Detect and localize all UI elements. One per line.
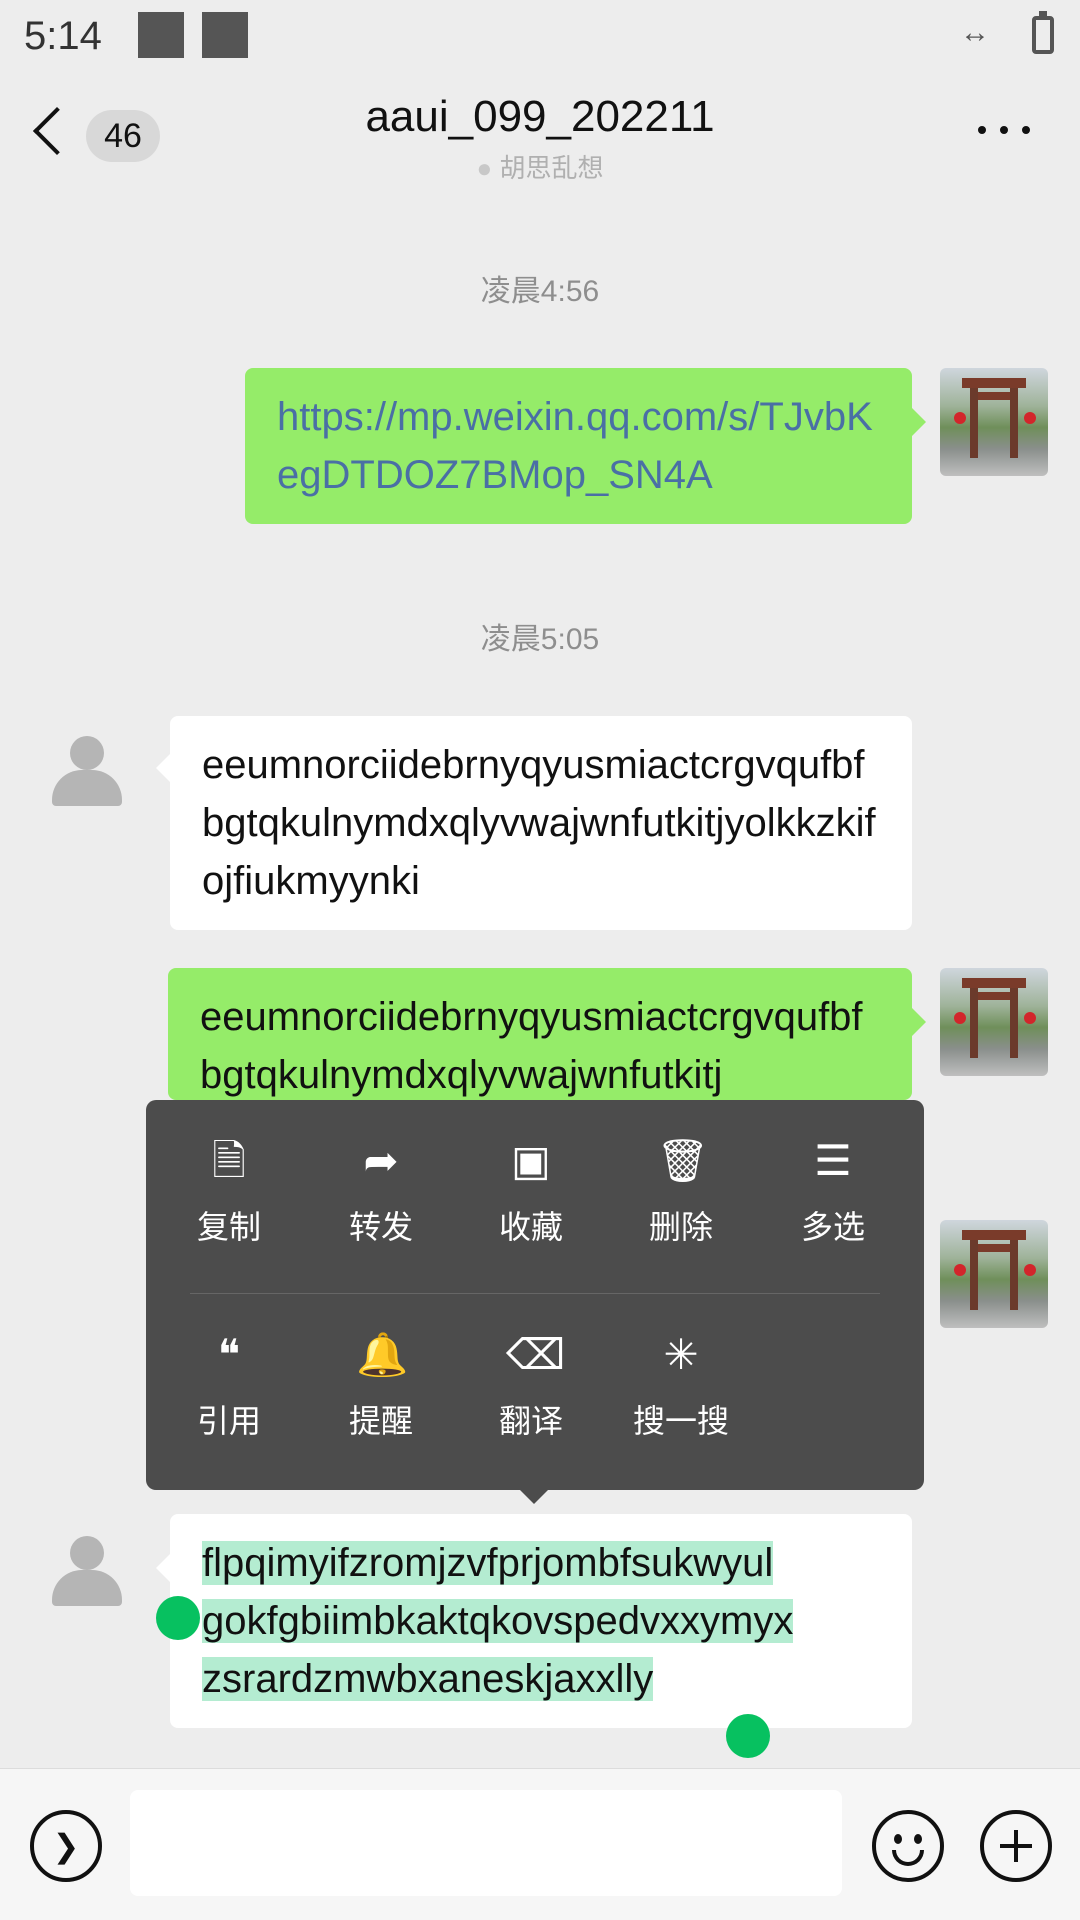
selected-text-line: zsrardzmwbxaneskjaxxlly bbox=[202, 1657, 654, 1701]
status-text: 胡思乱想 bbox=[499, 153, 604, 183]
quote-icon: ❝ bbox=[217, 1331, 241, 1378]
bubble-tail bbox=[156, 754, 170, 782]
notification-icon bbox=[138, 12, 184, 58]
delete-icon: 🗑 bbox=[656, 1137, 710, 1184]
selected-text-line: gokfgbiimbkaktqkovspedvxxymyx bbox=[202, 1599, 794, 1643]
menu-item-copy[interactable]: 🗎 复制 bbox=[154, 1136, 304, 1286]
plus-icon[interactable] bbox=[980, 1810, 1052, 1882]
favorite-icon: ▣ bbox=[511, 1137, 551, 1184]
my-avatar[interactable] bbox=[940, 1220, 1048, 1328]
message-bubble-sent[interactable]: eeumnorciidebrnyqyusmiactcrgvqufbfbgtqku… bbox=[168, 968, 912, 1100]
emoji-icon[interactable] bbox=[872, 1810, 944, 1882]
bubble-tail bbox=[912, 408, 926, 436]
chat-title: aaui_099_202211 bbox=[365, 92, 715, 141]
contact-avatar[interactable] bbox=[48, 736, 124, 812]
voice-icon[interactable]: ❯ bbox=[30, 1810, 102, 1882]
copy-icon: 🗎 bbox=[212, 1137, 246, 1184]
my-avatar[interactable] bbox=[940, 968, 1048, 1076]
menu-item-forward[interactable]: ➦ 转发 bbox=[306, 1136, 456, 1286]
battery-icon bbox=[1032, 11, 1054, 54]
menu-item-search[interactable]: ✳ 搜一搜 bbox=[606, 1330, 756, 1480]
search-icon: ✳ bbox=[663, 1331, 699, 1378]
contact-avatar[interactable] bbox=[48, 1536, 124, 1612]
multi-select-icon: ☰ bbox=[814, 1137, 852, 1184]
message-time: 凌晨5:05 bbox=[480, 623, 600, 656]
message-time: 凌晨4:56 bbox=[480, 275, 600, 308]
more-dots-icon[interactable] bbox=[976, 120, 1032, 140]
menu-item-delete[interactable]: 🗑 删除 bbox=[606, 1136, 756, 1286]
chat-subtitle: ● 胡思乱想 bbox=[0, 148, 1080, 185]
my-avatar[interactable] bbox=[940, 368, 1048, 476]
message-bubble-received[interactable]: flpqimyifzromjzvfprjombfsukwyul gokfgbii… bbox=[170, 1514, 912, 1728]
bubble-tail bbox=[156, 1554, 170, 1582]
menu-divider bbox=[190, 1293, 880, 1294]
message-bubble-sent[interactable]: https://mp.weixin.qq.com/s/TJvbKegDTDOZ7… bbox=[245, 368, 912, 524]
menu-item-multi-select[interactable]: ☰ 多选 bbox=[758, 1136, 908, 1286]
menu-arrow bbox=[520, 1490, 548, 1504]
forward-icon: ➦ bbox=[363, 1137, 399, 1184]
status-time: 5:14 bbox=[24, 14, 102, 58]
selection-start-handle[interactable] bbox=[156, 1596, 200, 1640]
selected-text-line: flpqimyifzromjzvfprjombfsukwyul bbox=[202, 1541, 774, 1585]
context-menu: 🗎 复制 ➦ 转发 ▣ 收藏 🗑 删除 ☰ 多选 ❝ 引用 🔔 提醒 ⌫ 翻译 … bbox=[146, 1100, 924, 1490]
selection-end-handle[interactable] bbox=[726, 1714, 770, 1758]
menu-item-remind[interactable]: 🔔 提醒 bbox=[306, 1330, 456, 1480]
message-bubble-received[interactable]: eeumnorciidebrnyqyusmiactcrgvqufbfbgtqku… bbox=[170, 716, 912, 930]
message-input[interactable] bbox=[130, 1790, 842, 1896]
chat-bubble-icon: ● bbox=[476, 153, 493, 183]
menu-item-translate[interactable]: ⌫ 翻译 bbox=[456, 1330, 606, 1480]
menu-item-favorite[interactable]: ▣ 收藏 bbox=[456, 1136, 606, 1286]
data-transfer-icon: ↔ bbox=[960, 16, 990, 49]
notification-icon bbox=[202, 12, 248, 58]
remind-icon: 🔔 bbox=[356, 1331, 409, 1378]
menu-item-quote[interactable]: ❝ 引用 bbox=[154, 1330, 304, 1480]
bubble-tail bbox=[912, 1008, 926, 1036]
translate-icon: ⌫ bbox=[506, 1331, 566, 1378]
